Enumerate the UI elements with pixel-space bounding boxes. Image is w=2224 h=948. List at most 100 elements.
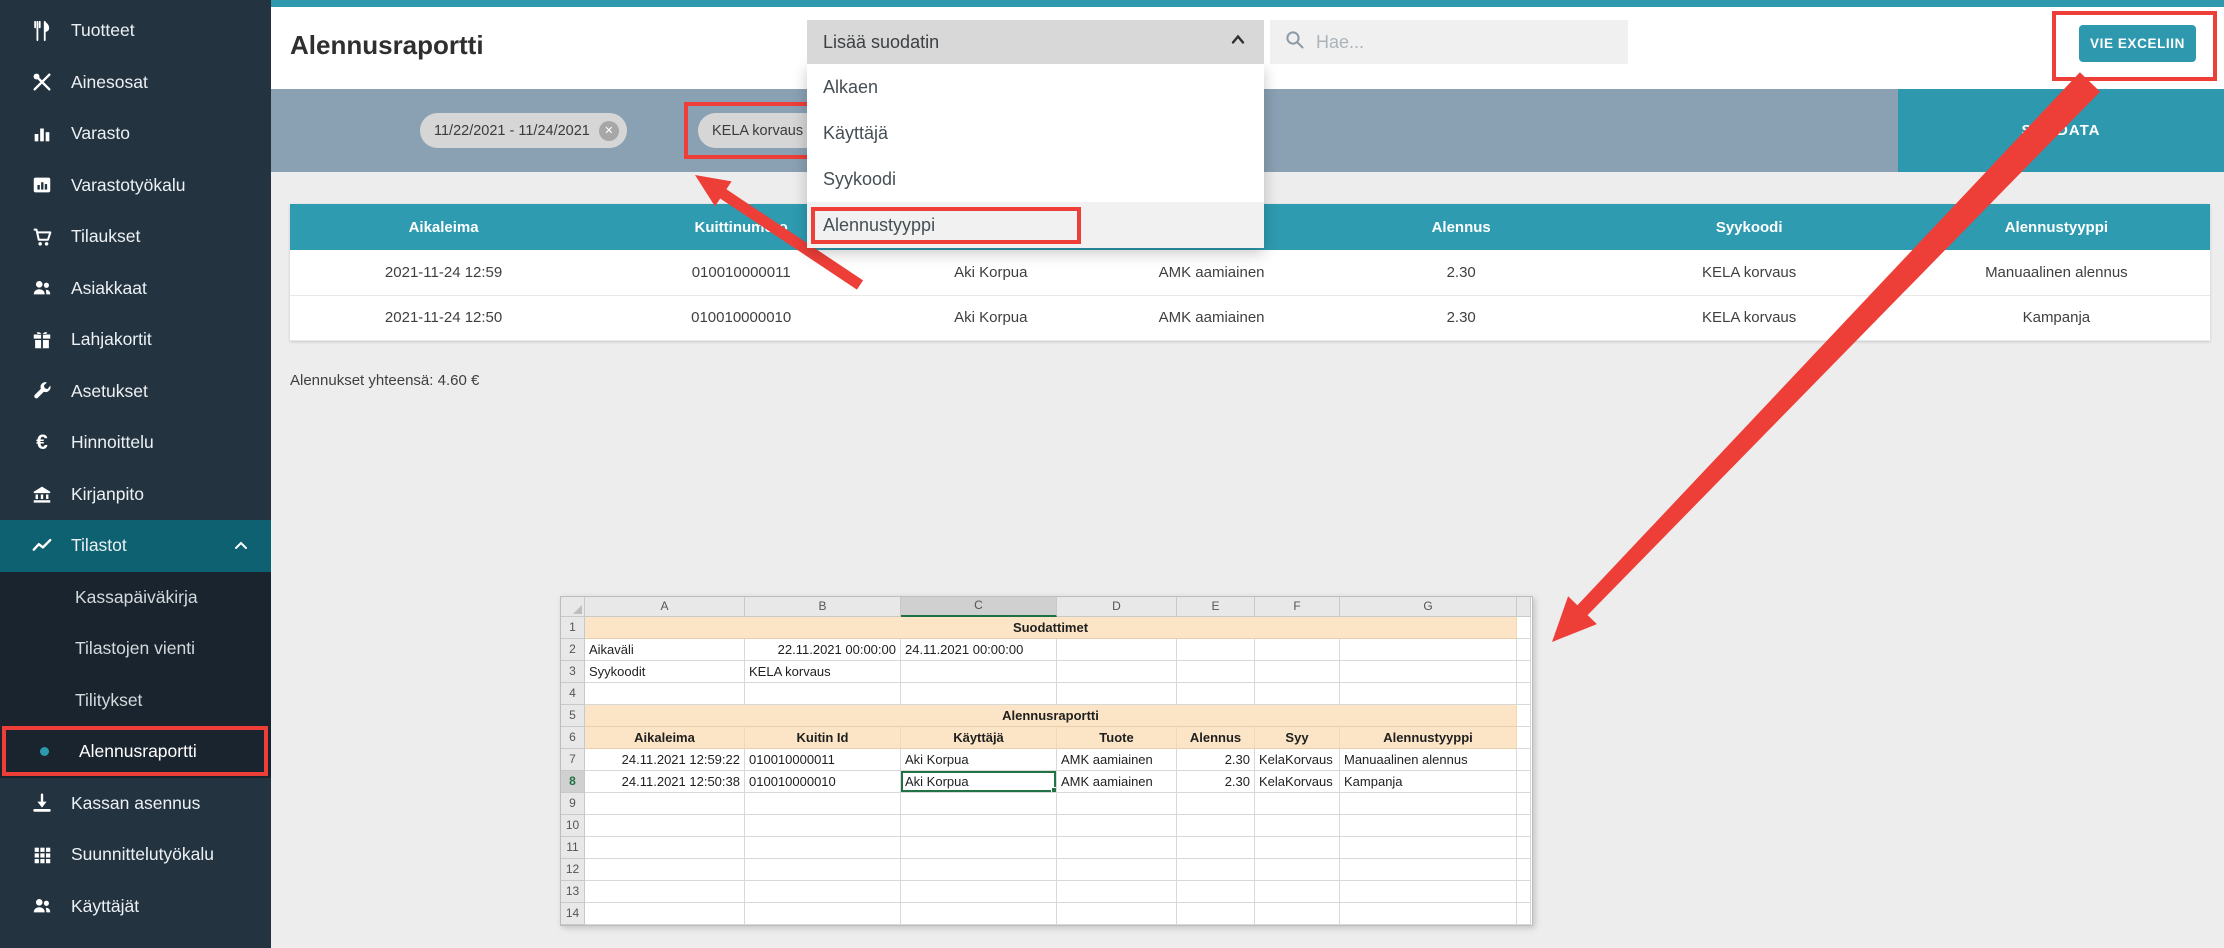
sidebar-item-alennusraportti[interactable]: Alennusraportti bbox=[0, 726, 271, 778]
excel-cell bbox=[901, 661, 1057, 683]
excel-cell bbox=[1057, 859, 1177, 881]
sidebar-item-suunnittelutyokalu[interactable]: Suunnittelutyökalu bbox=[0, 829, 271, 881]
excel-cell bbox=[1255, 793, 1340, 815]
excel-cell: 24.11.2021 12:50:38 bbox=[585, 771, 745, 793]
export-excel-button[interactable]: VIE EXCELIIN bbox=[2079, 25, 2196, 62]
sidebar: Tuotteet Ainesosat Varasto Varastotyökal… bbox=[0, 0, 271, 948]
sidebar-item-tilastot[interactable]: Tilastot bbox=[0, 520, 271, 572]
excel-cell bbox=[1517, 815, 1531, 837]
sidebar-item-varastotyokalu[interactable]: Varastotyökalu bbox=[0, 160, 271, 212]
excel-cell bbox=[1057, 639, 1177, 661]
users-icon bbox=[30, 276, 54, 300]
excel-cell bbox=[1517, 705, 1531, 727]
excel-cell bbox=[1255, 859, 1340, 881]
cell: KELA korvaus bbox=[1596, 250, 1903, 295]
cell: Manuaalinen alennus bbox=[1903, 250, 2210, 295]
euro-icon: € bbox=[30, 431, 54, 455]
sidebar-item-tilastojen-vienti[interactable]: Tilastojen vienti bbox=[0, 623, 271, 675]
excel-cell bbox=[1340, 881, 1517, 903]
sidebar-item-label: Alennusraportti bbox=[79, 741, 197, 762]
sidebar-item-varasto[interactable]: Varasto bbox=[0, 108, 271, 160]
sidebar-item-label: Tilastojen vienti bbox=[75, 638, 195, 659]
sidebar-item-tilaukset[interactable]: Tilaukset bbox=[0, 211, 271, 263]
excel-cell: Kampanja bbox=[1340, 771, 1517, 793]
sidebar-item-kassan-asennus[interactable]: Kassan asennus bbox=[0, 778, 271, 830]
remove-chip-icon[interactable]: ✕ bbox=[599, 121, 619, 141]
excel-cell bbox=[585, 837, 745, 859]
sidebar-item-label: Käyttäjät bbox=[71, 896, 139, 917]
chevron-up-icon bbox=[1228, 30, 1248, 55]
excel-cell bbox=[1177, 639, 1255, 661]
excel-cell: Alennustyyppi bbox=[1340, 727, 1517, 749]
excel-cell bbox=[1517, 859, 1531, 881]
excel-selected-cell: Aki Korpua bbox=[901, 771, 1057, 793]
wrench-icon bbox=[30, 379, 54, 403]
excel-cell bbox=[745, 859, 901, 881]
cell: 2021-11-24 12:50 bbox=[290, 295, 597, 340]
excel-cell bbox=[1517, 617, 1531, 639]
excel-cell bbox=[1057, 815, 1177, 837]
excel-cell bbox=[745, 815, 901, 837]
excel-cell bbox=[1255, 815, 1340, 837]
excel-cell: Manuaalinen alennus bbox=[1340, 749, 1517, 771]
sidebar-item-kirjanpito[interactable]: Kirjanpito bbox=[0, 469, 271, 521]
excel-cell: Aikaväli bbox=[585, 639, 745, 661]
sidebar-item-label: Tilastot bbox=[71, 535, 127, 556]
dropdown-option-syykoodi[interactable]: Syykoodi bbox=[807, 156, 1264, 202]
excel-cell bbox=[1255, 837, 1340, 859]
excel-cell bbox=[585, 815, 745, 837]
add-filter-dropdown[interactable]: Lisää suodatin bbox=[807, 20, 1264, 64]
search-input[interactable] bbox=[1316, 32, 1614, 53]
excel-cell: 8 bbox=[561, 771, 585, 793]
col-alennustyyppi: Alennustyyppi bbox=[1903, 204, 2210, 250]
sidebar-item-asetukset[interactable]: Asetukset bbox=[0, 366, 271, 418]
dropdown-option-alkaen[interactable]: Alkaen bbox=[807, 64, 1264, 110]
grid-icon bbox=[30, 843, 54, 867]
excel-cell: 2.30 bbox=[1177, 771, 1255, 793]
excel-cell: Tuote bbox=[1057, 727, 1177, 749]
cutlery-cross-icon bbox=[30, 70, 54, 94]
excel-cell bbox=[1517, 683, 1531, 705]
excel-cell: G bbox=[1340, 597, 1517, 617]
cell: 2021-11-24 12:59 bbox=[290, 250, 597, 295]
chevron-up-icon bbox=[233, 538, 249, 559]
excel-cell bbox=[585, 793, 745, 815]
chart-box-icon bbox=[30, 173, 54, 197]
bar-chart-icon bbox=[30, 122, 54, 146]
excel-cell: Kuitin Id bbox=[745, 727, 901, 749]
table-row: 2021-11-24 12:50 010010000010 Aki Korpua… bbox=[290, 295, 2210, 340]
cell: 010010000010 bbox=[597, 295, 885, 340]
sidebar-item-kassapaivakirja[interactable]: Kassapäiväkirja bbox=[0, 572, 271, 624]
top-accent-strip bbox=[271, 0, 2224, 7]
sidebar-item-tuotteet[interactable]: Tuotteet bbox=[0, 5, 271, 57]
dropdown-option-alennustyyppi[interactable]: Alennustyyppi bbox=[807, 202, 1264, 248]
cart-icon bbox=[30, 225, 54, 249]
excel-cell: 2.30 bbox=[1177, 749, 1255, 771]
sidebar-item-lahjakortit[interactable]: Lahjakortit bbox=[0, 314, 271, 366]
sidebar-item-asiakkaat[interactable]: Asiakkaat bbox=[0, 263, 271, 315]
excel-cell bbox=[1177, 793, 1255, 815]
sidebar-item-label: Ainesosat bbox=[71, 72, 148, 93]
excel-cell bbox=[1517, 837, 1531, 859]
col-syykoodi: Syykoodi bbox=[1596, 204, 1903, 250]
sidebar-item-tilitykset[interactable]: Tilitykset bbox=[0, 675, 271, 727]
filter-chip-date-range[interactable]: 11/22/2021 - 11/24/2021 ✕ bbox=[420, 113, 627, 148]
cell: AMK aamiainen bbox=[1096, 295, 1326, 340]
excel-cell: 11 bbox=[561, 837, 585, 859]
excel-cell bbox=[1517, 639, 1531, 661]
excel-cell bbox=[1517, 661, 1531, 683]
excel-cell bbox=[901, 881, 1057, 903]
excel-cell bbox=[1255, 903, 1340, 925]
cell: Kampanja bbox=[1903, 295, 2210, 340]
sidebar-item-kayttajat[interactable]: Käyttäjät bbox=[0, 881, 271, 933]
excel-cell bbox=[1340, 815, 1517, 837]
apply-filter-button[interactable]: SUODATA bbox=[1898, 89, 2224, 172]
dropdown-option-kayttaja[interactable]: Käyttäjä bbox=[807, 110, 1264, 156]
excel-cell: C bbox=[901, 597, 1057, 617]
excel-cell bbox=[901, 793, 1057, 815]
sidebar-item-hinnoittelu[interactable]: € Hinnoittelu bbox=[0, 417, 271, 469]
gift-icon bbox=[30, 328, 54, 352]
excel-preview: ABCDEFG1Suodattimet2Aikaväli22.11.2021 0… bbox=[560, 596, 1533, 926]
excel-cell bbox=[585, 859, 745, 881]
sidebar-item-ainesosat[interactable]: Ainesosat bbox=[0, 57, 271, 109]
